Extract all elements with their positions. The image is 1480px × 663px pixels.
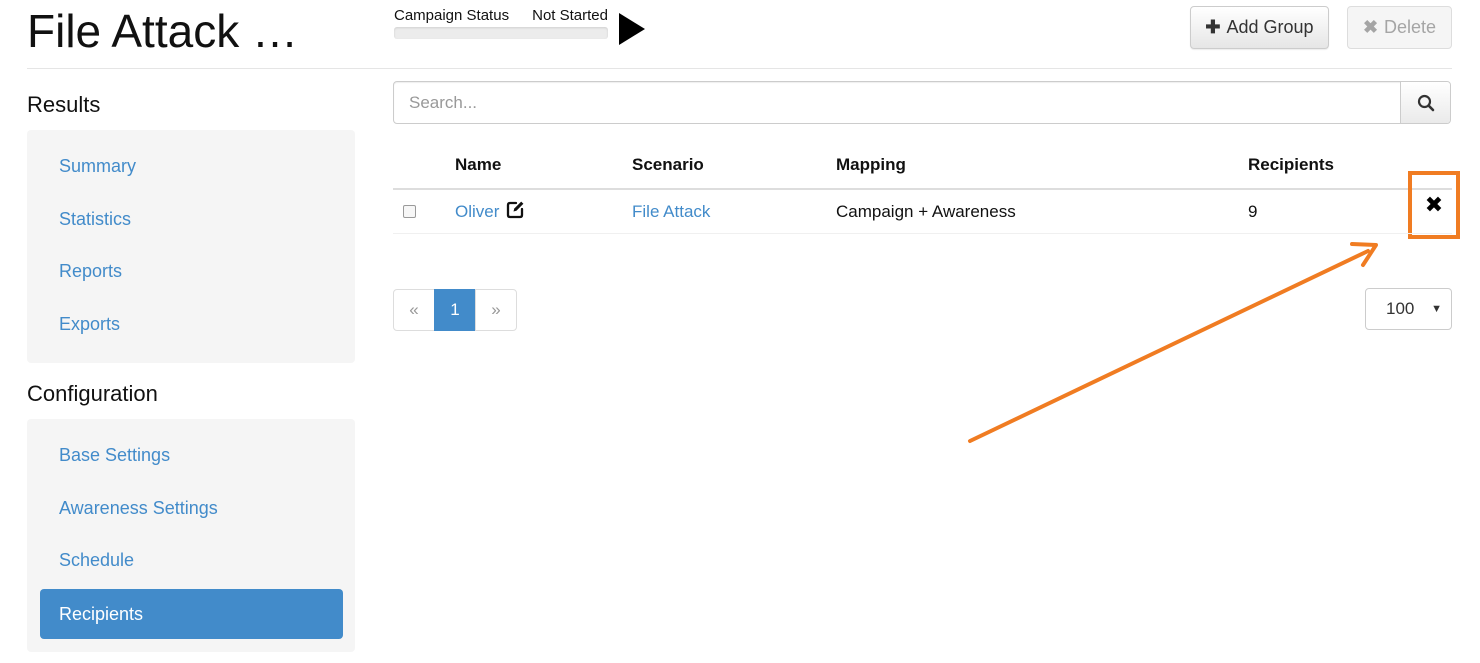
nav-item-awareness-settings[interactable]: Awareness Settings (40, 483, 343, 533)
per-page-value: 100 (1386, 299, 1415, 318)
configuration-heading: Configuration (27, 381, 158, 406)
pagination: « 1 » (393, 289, 517, 331)
search-input[interactable] (394, 82, 1400, 123)
search-button[interactable] (1400, 82, 1450, 123)
campaign-status-label: Campaign Status (394, 7, 510, 24)
column-header-scenario[interactable]: Scenario (632, 155, 704, 175)
play-icon[interactable] (619, 13, 645, 45)
row-name-link[interactable]: Oliver (455, 202, 499, 222)
annotation-arrow (968, 242, 1378, 443)
table-row-divider (393, 233, 1452, 234)
campaign-status: Campaign Status Not Started (394, 7, 608, 39)
configuration-nav: Base Settings Awareness Settings Schedul… (27, 419, 355, 652)
pagination-next[interactable]: » (475, 289, 517, 331)
campaign-progress-bar (394, 27, 608, 39)
times-icon: ✖ (1362, 17, 1379, 37)
nav-item-summary[interactable]: Summary (40, 141, 343, 191)
nav-item-base-settings[interactable]: Base Settings (40, 430, 343, 480)
pagination-prev[interactable]: « (393, 289, 435, 331)
nav-item-reports[interactable]: Reports (40, 246, 343, 296)
add-group-button[interactable]: ✚ Add Group (1190, 6, 1329, 49)
page-title: File Attack … (27, 5, 298, 57)
delete-button[interactable]: ✖ Delete (1347, 6, 1452, 49)
magnifier-icon (1417, 94, 1434, 111)
search-group (393, 81, 1451, 124)
pagination-page-1[interactable]: 1 (434, 289, 476, 331)
times-icon: ✖ (1424, 192, 1444, 217)
per-page-select[interactable]: 100 ▼ (1365, 288, 1452, 330)
plus-icon: ✚ (1205, 17, 1221, 37)
caret-down-icon: ▼ (1431, 303, 1442, 315)
results-heading: Results (27, 92, 101, 117)
table-header-divider (393, 188, 1452, 190)
column-header-mapping[interactable]: Mapping (836, 155, 906, 175)
column-header-recipients[interactable]: Recipients (1248, 155, 1334, 175)
results-nav: Summary Statistics Reports Exports (27, 130, 355, 363)
column-header-name[interactable]: Name (455, 155, 501, 175)
edit-icon[interactable] (505, 200, 525, 220)
nav-item-recipients[interactable]: Recipients (40, 589, 343, 639)
row-mapping: Campaign + Awareness (836, 202, 1016, 221)
nav-item-exports[interactable]: Exports (40, 299, 343, 349)
remove-row-button[interactable]: ✖ (1408, 171, 1460, 239)
nav-item-schedule[interactable]: Schedule (40, 535, 343, 585)
nav-item-statistics[interactable]: Statistics (40, 194, 343, 244)
header-divider (27, 68, 1452, 69)
row-scenario-link[interactable]: File Attack (632, 202, 710, 222)
campaign-status-value: Not Started (532, 7, 608, 24)
row-checkbox[interactable] (403, 205, 416, 218)
row-recipients-count: 9 (1248, 202, 1258, 221)
